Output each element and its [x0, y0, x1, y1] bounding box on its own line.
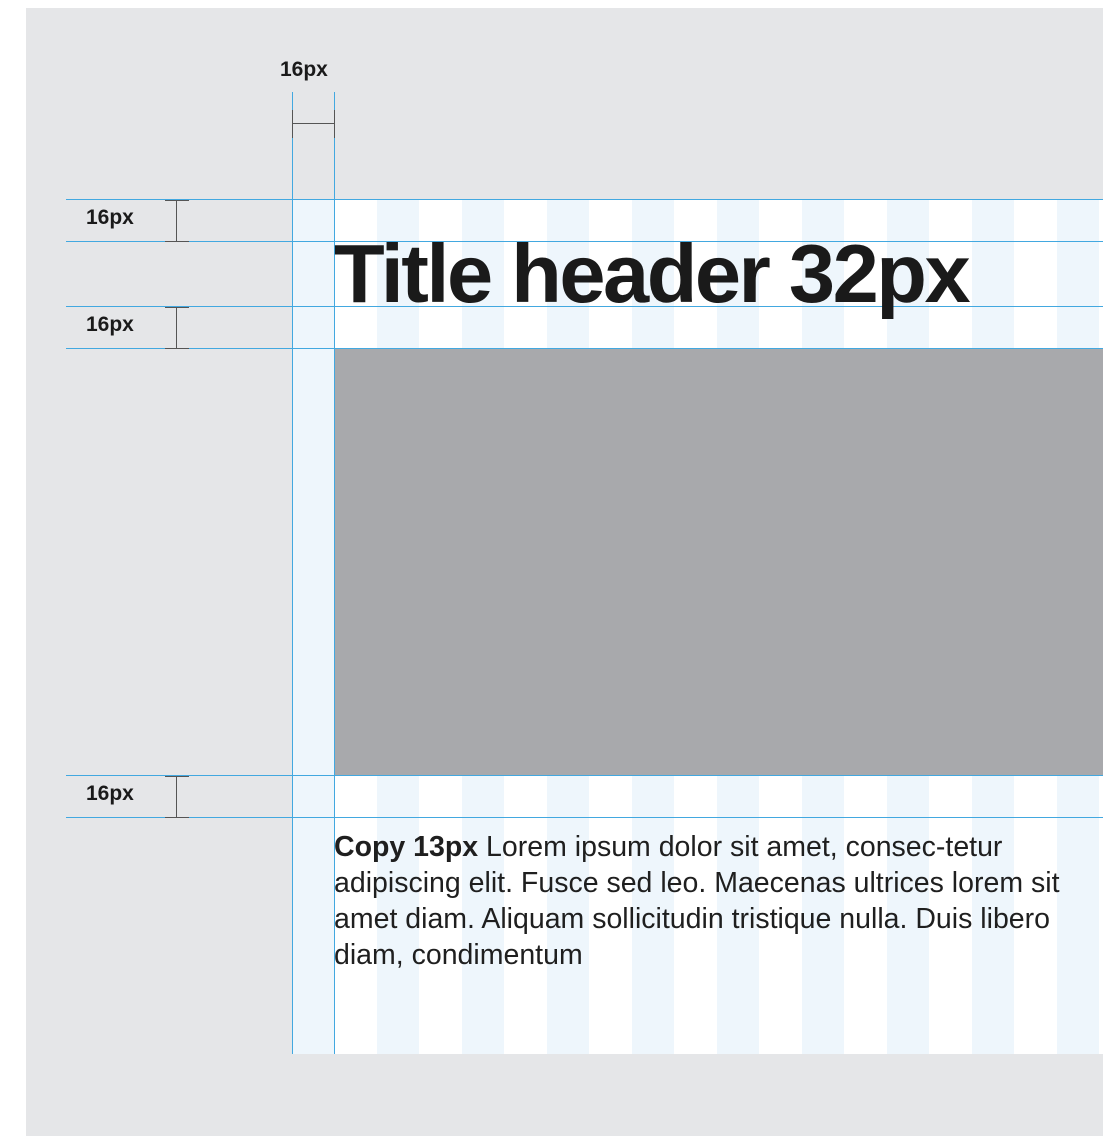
guide-line-top-margin-start [66, 199, 1103, 200]
body-copy: Copy 13px Lorem ipsum dolor sit amet, co… [334, 829, 1103, 973]
guide-line-copy-start [66, 817, 1103, 818]
guide-line-image-end [66, 775, 1103, 776]
title-header: Title header 32px [334, 227, 971, 320]
top-margin-label: 16px [86, 206, 134, 229]
gutter-width-label: 16px [280, 58, 328, 81]
guide-line-left-margin [292, 92, 293, 1054]
image-copy-gap-label: 16px [86, 782, 134, 805]
title-image-gap-label: 16px [86, 313, 134, 336]
image-placeholder [334, 349, 1103, 775]
top-margin-bracket [165, 200, 189, 242]
image-copy-gap-bracket [165, 776, 189, 818]
gutter-width-bracket [292, 110, 335, 138]
copy-lead: Copy 13px [334, 831, 479, 863]
guide-line-image-start [66, 348, 1103, 349]
title-image-gap-bracket [165, 307, 189, 349]
